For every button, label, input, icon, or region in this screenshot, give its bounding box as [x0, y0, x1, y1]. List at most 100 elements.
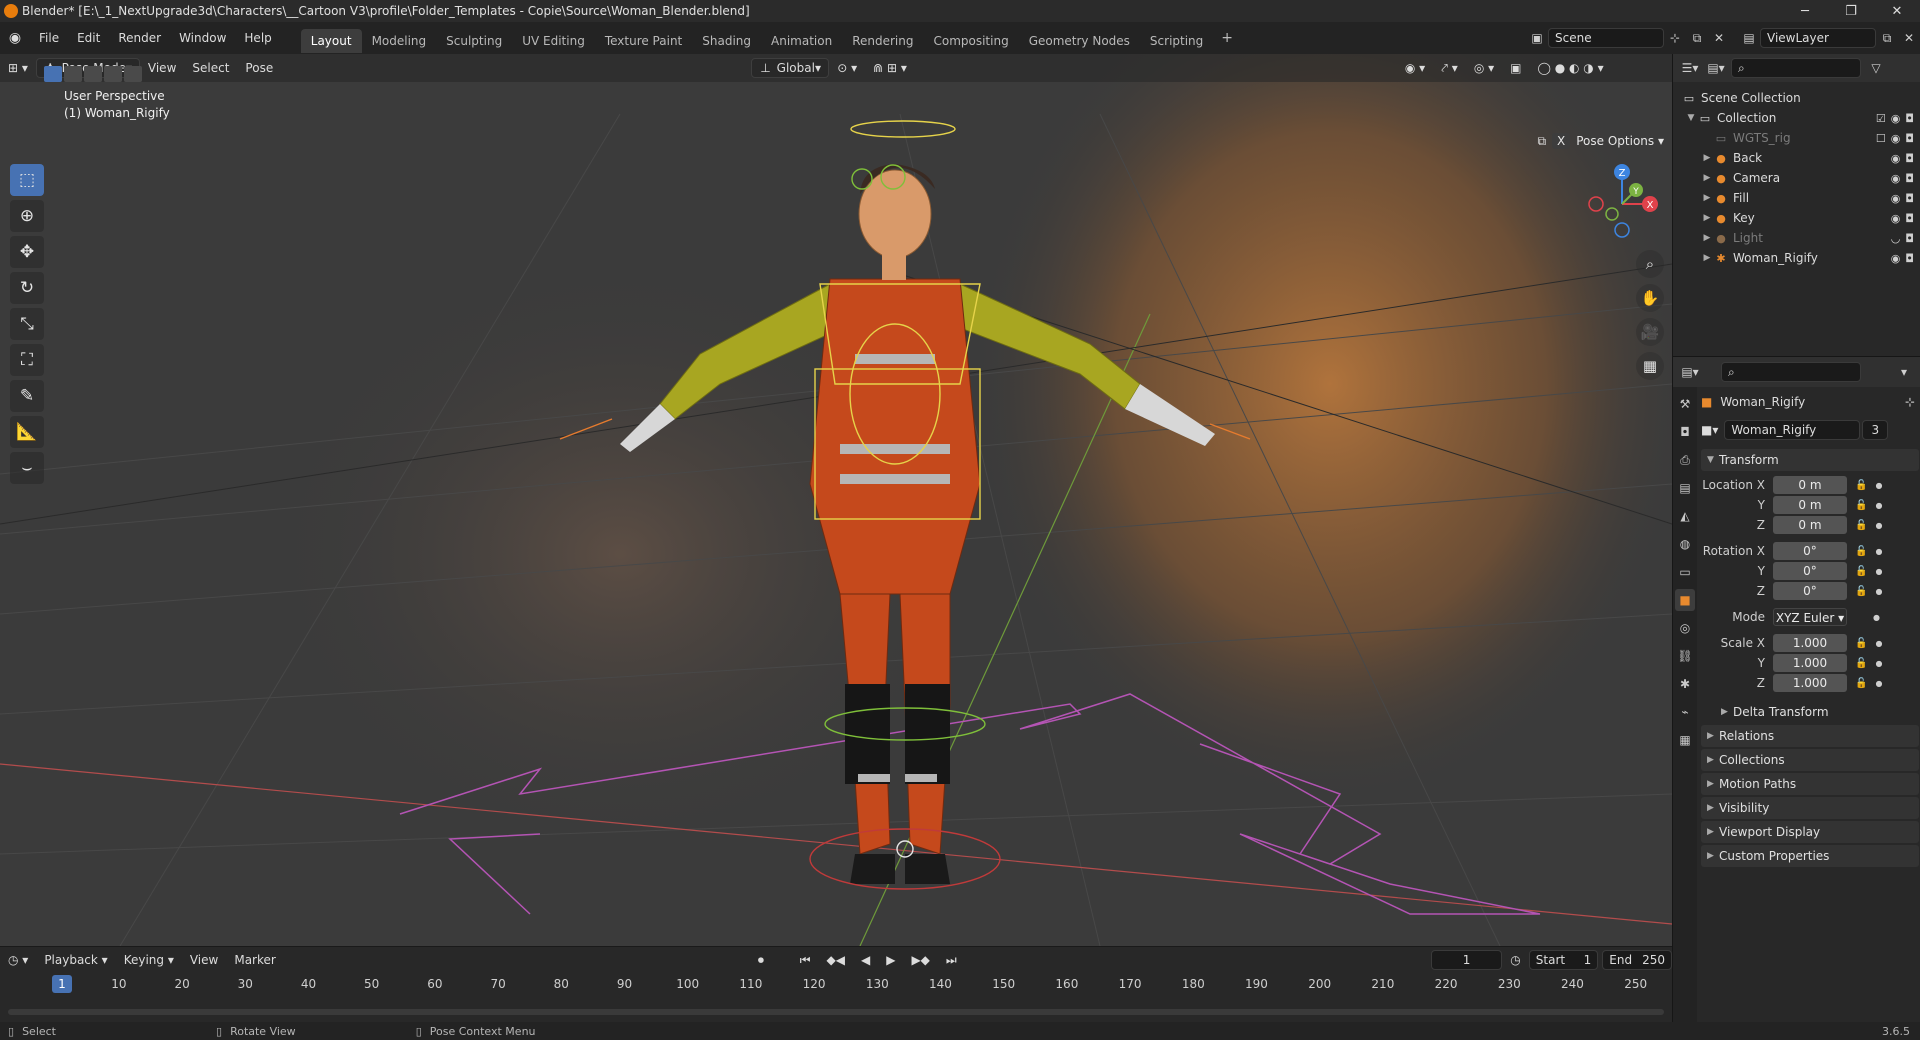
- rotation-y-field[interactable]: 0°: [1773, 562, 1847, 580]
- texture-tab-icon[interactable]: ▦: [1675, 729, 1695, 751]
- expand-caret-icon[interactable]: ▶: [1701, 233, 1713, 243]
- datablock-type-icon[interactable]: ■▾: [1701, 423, 1718, 437]
- camera-render-icon[interactable]: ◘: [1905, 192, 1914, 205]
- gizmo-toggle-icon[interactable]: ⤤ ▾: [1433, 58, 1466, 78]
- scale-x-field[interactable]: 1.000: [1773, 634, 1847, 652]
- timeline-scrollbar[interactable]: [8, 1009, 1664, 1015]
- keyframe-dot-icon[interactable]: ●: [1875, 659, 1882, 668]
- measure-icon[interactable]: 📐: [10, 416, 44, 448]
- lock-icon[interactable]: 🔓: [1855, 480, 1867, 491]
- lock-icon[interactable]: 🔓: [1855, 638, 1867, 649]
- output-tab-icon[interactable]: ⎙: [1675, 449, 1695, 471]
- timeline-editor[interactable]: ◷ ▾ Playback ▾ Keying ▾ View Marker ⏺ ⏮ …: [0, 946, 1673, 1022]
- jump-start-icon[interactable]: ⏮: [792, 950, 819, 970]
- keyframe-dot-icon[interactable]: ●: [1875, 481, 1882, 490]
- pan-hand-icon[interactable]: ✋: [1636, 284, 1664, 312]
- transform-panel-header[interactable]: ▼ Transform: [1701, 449, 1919, 471]
- delete-view-layer-icon[interactable]: ✕: [1898, 27, 1920, 49]
- cursor-icon[interactable]: ⊕: [10, 200, 44, 232]
- scale-icon[interactable]: ⤡: [10, 308, 44, 340]
- filter-icon[interactable]: ▽: [1865, 57, 1887, 79]
- shading-modes[interactable]: ◯ ● ◐ ◑ ▾: [1529, 58, 1611, 78]
- delete-scene-icon[interactable]: ✕: [1708, 27, 1730, 49]
- physics-tab-icon[interactable]: ◎: [1675, 617, 1695, 639]
- editor-type-button[interactable]: ⊞ ▾: [0, 58, 36, 78]
- camera-render-icon[interactable]: ◘: [1905, 152, 1914, 165]
- tab-geometry-nodes[interactable]: Geometry Nodes: [1019, 29, 1140, 53]
- lock-icon[interactable]: 🔓: [1855, 546, 1867, 557]
- outliner[interactable]: ☰▾ ▤▾ ⌕ ▽ ▭ Scene Collection ▼ ▭ Collect…: [1672, 54, 1920, 356]
- camera-view-icon[interactable]: 🎥: [1636, 318, 1664, 346]
- eye-closed-icon[interactable]: ◡: [1891, 232, 1901, 245]
- lock-icon[interactable]: 🔓: [1855, 658, 1867, 669]
- select-subtract-icon[interactable]: [84, 66, 102, 82]
- outliner-row-woman-rigify[interactable]: ▶ ✱ Woman_Rigify ◉ ◘: [1673, 248, 1920, 268]
- expand-caret-icon[interactable]: ▶: [1701, 173, 1713, 183]
- keyframe-dot-icon[interactable]: ●: [1873, 613, 1880, 622]
- viewport-menu-pose[interactable]: Pose: [237, 58, 281, 78]
- new-scene-icon[interactable]: ⧉: [1686, 27, 1708, 49]
- tab-rendering[interactable]: Rendering: [842, 29, 923, 53]
- datablock-field[interactable]: Woman_Rigify: [1724, 420, 1861, 440]
- pivot-point-icon[interactable]: ⊙ ▾: [829, 58, 865, 78]
- rotation-x-field[interactable]: 0°: [1773, 542, 1847, 560]
- visibility-panel-header[interactable]: ▶ Visibility: [1701, 797, 1919, 819]
- timeline-menu-keying[interactable]: Keying ▾: [116, 950, 182, 970]
- camera-render-icon[interactable]: ◘: [1905, 252, 1914, 265]
- jump-end-icon[interactable]: ⏭: [938, 950, 965, 970]
- bone-tab-icon[interactable]: ⌁: [1675, 701, 1695, 723]
- outliner-row-wgts-rig[interactable]: ▭ WGTS_rig ☐ ◉ ◘: [1673, 128, 1920, 148]
- keyframe-dot-icon[interactable]: ●: [1875, 679, 1882, 688]
- lock-icon[interactable]: 🔓: [1855, 678, 1867, 689]
- annotate-icon[interactable]: ✎: [10, 380, 44, 412]
- select-extend-icon[interactable]: [64, 66, 82, 82]
- chevron-down-icon[interactable]: ▾: [1893, 361, 1915, 383]
- lock-icon[interactable]: 🔓: [1855, 500, 1867, 511]
- eye-icon[interactable]: ◉: [1891, 132, 1901, 145]
- keyframe-dot-icon[interactable]: ●: [1875, 501, 1882, 510]
- properties-search-input[interactable]: ⌕: [1721, 362, 1861, 382]
- scene-selector[interactable]: Scene: [1548, 28, 1664, 48]
- bone-roll-icon[interactable]: ⌣: [10, 452, 44, 484]
- current-frame-field[interactable]: 1: [1430, 950, 1503, 970]
- menu-edit[interactable]: Edit: [68, 22, 109, 54]
- move-icon[interactable]: ✥: [10, 236, 44, 268]
- camera-render-icon[interactable]: ◘: [1905, 232, 1914, 245]
- display-mode-icon[interactable]: ▤▾: [1705, 57, 1727, 79]
- lock-icon[interactable]: 🔓: [1855, 586, 1867, 597]
- object-name[interactable]: Woman_Rigify: [1720, 395, 1805, 409]
- new-view-layer-icon[interactable]: ⧉: [1876, 27, 1898, 49]
- tab-sculpting[interactable]: Sculpting: [436, 29, 512, 53]
- lock-icon[interactable]: 🔓: [1855, 566, 1867, 577]
- collection-tab-icon[interactable]: ▭: [1675, 561, 1695, 583]
- transform-icon[interactable]: ⛶: [10, 344, 44, 376]
- object-tab-icon[interactable]: ■: [1675, 589, 1695, 611]
- timeline-ruler[interactable]: 1 10 20 30 40 50 60 70 80 90 100 110 120 130 140 150 160…: [0, 975, 1672, 995]
- x-mirror-toggle[interactable]: X: [1552, 133, 1571, 149]
- maximize-button[interactable]: ❐: [1828, 0, 1874, 22]
- navigation-gizmo[interactable]: Z X Y: [1582, 162, 1662, 246]
- ortho-grid-icon[interactable]: ▦: [1636, 352, 1664, 380]
- expand-caret-icon[interactable]: ▶: [1701, 213, 1713, 223]
- eye-icon[interactable]: ◉: [1891, 192, 1901, 205]
- rotation-z-field[interactable]: 0°: [1773, 582, 1847, 600]
- timeline-menu-view[interactable]: View: [182, 950, 226, 970]
- overlay-toggle-icon[interactable]: ◎ ▾: [1466, 58, 1502, 78]
- keyframe-dot-icon[interactable]: ●: [1875, 639, 1882, 648]
- location-z-field[interactable]: 0 m: [1773, 516, 1847, 534]
- outliner-row-collection[interactable]: ▼ ▭ Collection ☑ ◉ ◘: [1673, 108, 1920, 128]
- viewport-menu-view[interactable]: View: [140, 58, 184, 78]
- blender-menu-icon[interactable]: ◉: [0, 22, 30, 54]
- play-reverse-icon[interactable]: ◀: [853, 950, 878, 970]
- select-invert-icon[interactable]: [104, 66, 122, 82]
- xray-icon[interactable]: ▣: [1502, 58, 1529, 78]
- pose-options-dropdown[interactable]: Pose Options ▾: [1576, 134, 1664, 148]
- eye-icon[interactable]: ◉: [1891, 112, 1901, 125]
- tab-layout[interactable]: Layout: [300, 29, 362, 53]
- next-keyframe-icon[interactable]: ▶◆: [903, 950, 937, 970]
- select-new-icon[interactable]: [44, 66, 62, 82]
- constraints-tab-icon[interactable]: ⛓: [1675, 645, 1695, 667]
- view-layer-selector[interactable]: ViewLayer: [1760, 28, 1876, 48]
- custom-properties-panel-header[interactable]: ▶ Custom Properties: [1701, 845, 1919, 867]
- outliner-row-scene-collection[interactable]: ▭ Scene Collection: [1673, 88, 1920, 108]
